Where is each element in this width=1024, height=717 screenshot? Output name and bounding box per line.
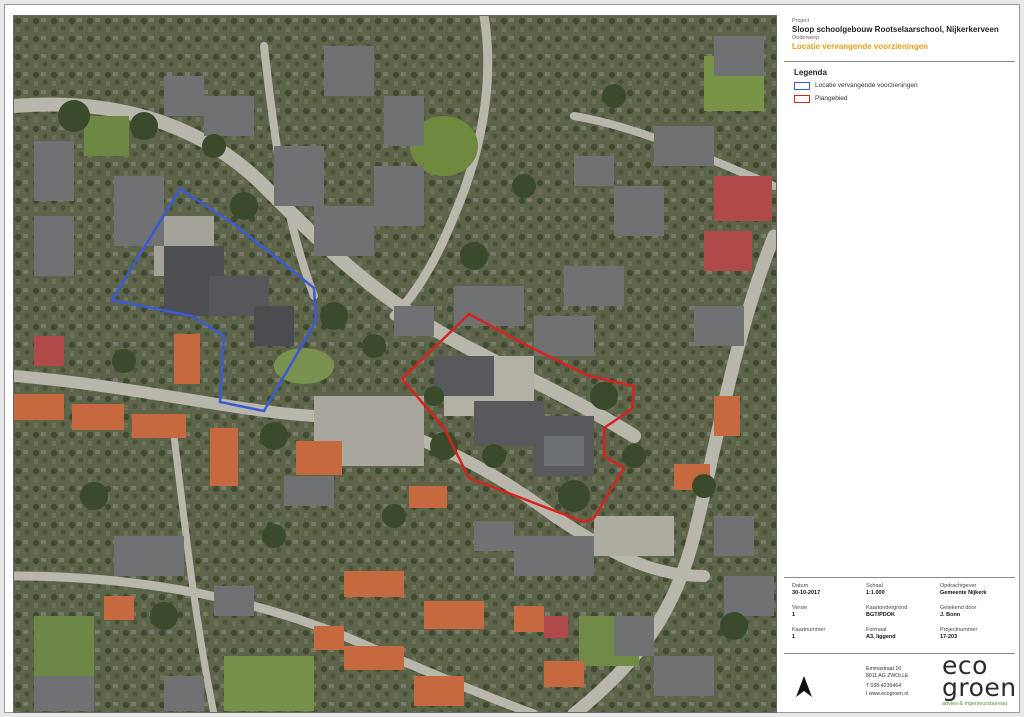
legend-swatch-blue [794,81,810,90]
company-address: Emmastraat 16 8011 AG ZWOLLE T 038-42354… [866,666,946,698]
legend-label: Locatie vervangende voorzieningen [815,82,918,89]
meta-label: Versie [792,605,808,611]
meta-projectnummer: Projectnummer 17-203 [940,627,1014,641]
meta-value: Gemeente Nijkerk [940,590,987,596]
address-web: I www.ecogroen.nl [866,690,909,697]
meta-label: Kaartnummer [792,627,826,633]
meta-getekend: Getekend door J. Bonn [940,605,1014,619]
legend-swatch-red [794,94,810,103]
legend-item-plan-area: Plangebied [794,93,848,104]
meta-value: 1 [792,634,796,640]
meta-formaat: Formaat A3, liggend [866,627,940,641]
aerial-map[interactable] [13,15,777,713]
legend-item-replacement-location: Locatie vervangende voorzieningen [794,80,918,91]
meta-label: Opdrachtgever [940,583,977,589]
meta-value: 1 [792,612,796,618]
project-title: Sloop schoolgebouw Rootselaarschool, Nij… [792,25,999,34]
aerial-photo [14,16,776,712]
legend-label: Plangebied [815,95,848,102]
address-line: 8011 AG ZWOLLE [866,673,909,680]
meta-datum: Datum 30-10-2017 [792,583,866,597]
meta-value: A3, liggend [866,634,896,640]
meta-opdrachtgever: Opdrachtgever Gemeente Nijkerk [940,583,1014,597]
meta-value: 17-203 [940,634,958,640]
subject-label: Onderwerp [792,35,820,41]
address-phone: T 038-4235464 [866,683,902,690]
meta-value: 30-10-2017 [792,590,821,596]
meta-label: Kaartondergrond [866,605,908,611]
meta-value: BGT/PDOK [866,612,896,618]
meta-value: J. Bonn [940,612,961,618]
address-line: Emmastraat 16 [866,666,902,672]
ecogroen-logo: eco groen advies & ingenieursbureau [942,653,1022,707]
meta-kaartondergrond: Kaartondergrond BGT/PDOK [866,605,940,619]
meta-label: Projectnummer [940,627,978,633]
meta-label: Datum [792,583,809,589]
meta-label: Formaat [866,627,887,633]
logo-line2: groen [942,673,1017,702]
meta-value: 1:1.000 [866,590,885,596]
title-panel: Project Sloop schoolgebouw Rootselaarsch… [784,15,1021,713]
meta-label: Getekend door [940,605,977,611]
meta-label: Schaal [866,583,883,589]
map-sheet: Project Sloop schoolgebouw Rootselaarsch… [4,4,1020,713]
separator [784,61,1015,62]
separator [784,577,1015,578]
meta-versie: Versie 1 [792,605,866,619]
legend-title: Legenda [794,68,827,77]
project-label: Project [792,18,810,24]
meta-schaal: Schaal 1:1.000 [866,583,940,597]
meta-kaartnummer: Kaartnummer 1 [792,627,866,641]
north-arrow-icon [795,675,813,699]
subject-title: Locatie vervangende voorzieningen [792,42,929,51]
